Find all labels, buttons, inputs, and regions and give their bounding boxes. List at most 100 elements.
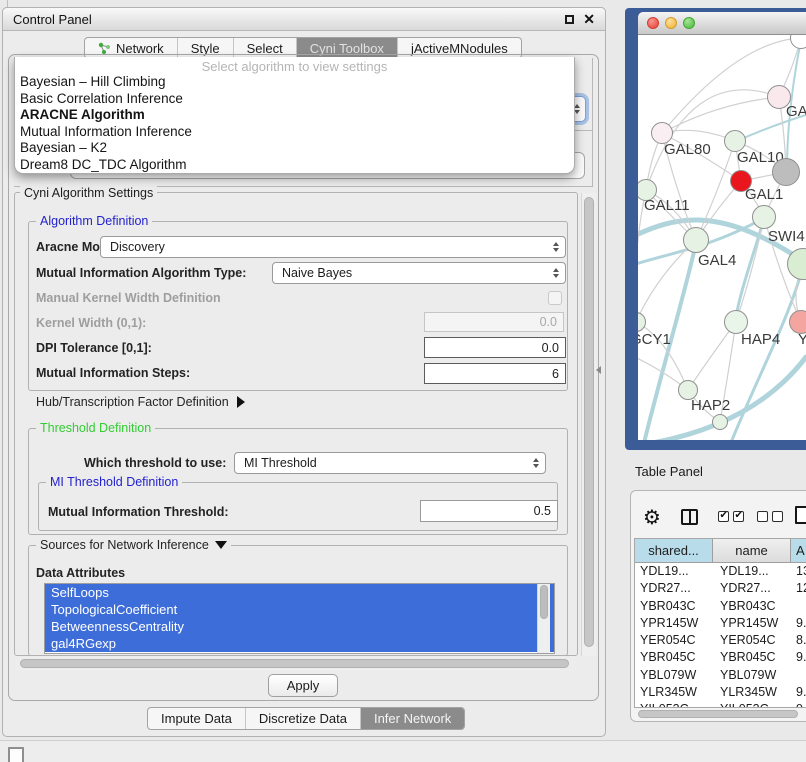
table-row[interactable]: YDR27...YDR27...12: [635, 580, 806, 597]
manual-kernel-checkbox[interactable]: [548, 291, 562, 305]
mi-steps-field[interactable]: 6: [424, 363, 566, 384]
combo-stepper-icon: [553, 268, 559, 279]
algorithm-option[interactable]: Mutual Information Inference: [15, 124, 574, 141]
network-node[interactable]: [772, 158, 800, 186]
node-label: HAP2: [691, 397, 730, 414]
table-cell: 9.: [791, 701, 806, 708]
tab-infer-network[interactable]: Infer Network: [361, 708, 464, 729]
tab-label: Impute Data: [161, 711, 232, 726]
table-cell: YBR045C: [635, 649, 713, 666]
algorithm-option-selected[interactable]: ARACNE Algorithm: [15, 107, 574, 124]
table-row[interactable]: YLR345WYLR345W9.: [635, 684, 806, 701]
network-canvas[interactable]: GALGAL80GAL10GAL1GAL11SWI4GAL4GCY1HAP4YH…: [638, 35, 806, 440]
network-window-titlebar[interactable]: [638, 12, 806, 35]
table-body: YDL19...YDL19...13YDR27...YDR27...12YBR0…: [635, 563, 806, 708]
hub-definition-label: Hub/Transcription Factor Definition: [36, 395, 229, 409]
algorithm-dropdown-popup: Select algorithm to view settings Bayesi…: [14, 57, 575, 174]
splitter-collapse-icon[interactable]: [596, 366, 601, 374]
close-window-icon[interactable]: [647, 17, 659, 29]
list-item[interactable]: BetweennessCentrality: [45, 618, 554, 635]
combo-stepper-icon: [553, 242, 559, 253]
zoom-window-icon[interactable]: [683, 17, 695, 29]
node-label: GAL: [786, 103, 806, 120]
table-cell: [791, 667, 806, 684]
column-header[interactable]: A: [791, 539, 806, 562]
list-item[interactable]: gal4RGexp: [45, 635, 554, 652]
which-threshold-label: Which threshold to use:: [84, 456, 226, 470]
mi-threshold-field[interactable]: 0.5: [420, 500, 558, 522]
scrollbar-thumb[interactable]: [20, 659, 569, 668]
mi-type-combobox[interactable]: Naive Bayes: [272, 262, 566, 284]
which-threshold-value: MI Threshold: [244, 456, 533, 470]
table-panel-title: Table Panel: [635, 464, 703, 479]
dpi-tolerance-field[interactable]: 0.0: [424, 337, 566, 358]
aracne-mode-value: Discovery: [110, 240, 553, 254]
page-icon[interactable]: [795, 506, 806, 524]
table-horizontal-scrollbar[interactable]: [636, 709, 802, 719]
cyni-bottom-tabs: Impute Data Discretize Data Infer Networ…: [147, 707, 465, 730]
settings-vertical-scrollbar[interactable]: [581, 193, 596, 656]
scrollbar-thumb[interactable]: [584, 197, 594, 647]
aracne-mode-combobox[interactable]: Discovery: [100, 236, 566, 258]
settings-horizontal-scrollbar[interactable]: [16, 657, 577, 671]
kernel-width-label: Kernel Width (0,1):: [36, 316, 146, 330]
tab-discretize-data[interactable]: Discretize Data: [246, 708, 361, 729]
checked-boxes-icon[interactable]: [718, 511, 744, 522]
table-row[interactable]: YIL053CYIL053C9.: [635, 701, 806, 708]
table-row[interactable]: YER054CYER054C8.: [635, 632, 806, 649]
unchecked-boxes-icon[interactable]: [757, 511, 783, 522]
scrollbar-thumb[interactable]: [638, 710, 798, 718]
sources-expander[interactable]: Sources for Network Inference: [36, 538, 231, 552]
table-cell: YBL079W: [635, 667, 713, 684]
table-row[interactable]: YBR043CYBR043C: [635, 598, 806, 615]
control-panel-title: Control Panel: [13, 12, 92, 27]
network-node[interactable]: [712, 414, 728, 430]
docked-panel-icon[interactable]: [8, 747, 24, 762]
sources-title: Sources for Network Inference: [40, 538, 209, 552]
table-cell: YBR045C: [713, 649, 791, 666]
table-row[interactable]: YPR145WYPR145W9.: [635, 615, 806, 632]
algorithm-option[interactable]: Dream8 DC_TDC Algorithm: [15, 157, 574, 174]
attributes-list-scrollbar[interactable]: [537, 584, 550, 653]
node-label: GAL80: [664, 141, 711, 158]
column-header[interactable]: name: [713, 539, 791, 562]
table-cell: YBR043C: [713, 598, 791, 615]
network-node[interactable]: [752, 205, 776, 229]
checkbox-unchecked-icon: [772, 511, 783, 522]
table-cell: YLR345W: [713, 684, 791, 701]
table-cell: 9.: [791, 649, 806, 666]
float-panel-icon[interactable]: [565, 15, 574, 24]
table-row[interactable]: YBL079WYBL079W: [635, 667, 806, 684]
list-item[interactable]: SelfLoops: [45, 584, 554, 601]
groupbox-edge-fragment: [575, 130, 593, 131]
table-cell: YDL19...: [635, 563, 713, 580]
expander-arrow-icon: [237, 396, 245, 408]
tab-label: Discretize Data: [259, 711, 347, 726]
node-label: Y: [798, 331, 806, 348]
algorithm-option[interactable]: Bayesian – Hill Climbing: [15, 74, 574, 91]
column-header[interactable]: shared...: [635, 539, 713, 562]
kernel-width-field[interactable]: 0.0: [424, 312, 564, 332]
algorithm-option[interactable]: Bayesian – K2: [15, 140, 574, 157]
algorithm-option[interactable]: Basic Correlation Inference: [15, 91, 574, 108]
mi-type-label: Mutual Information Algorithm Type:: [36, 266, 246, 280]
table-row[interactable]: YBR045CYBR045C9.: [635, 649, 806, 666]
mi-threshold-group-title: MI Threshold Definition: [46, 475, 182, 489]
list-item[interactable]: TopologicalCoefficient: [45, 601, 554, 618]
gear-icon[interactable]: ⚙: [643, 505, 661, 529]
minimize-window-icon[interactable]: [665, 17, 677, 29]
algorithm-definition-title: Algorithm Definition: [36, 214, 152, 228]
tab-impute-data[interactable]: Impute Data: [148, 708, 246, 729]
split-panel-icon[interactable]: [681, 509, 698, 525]
checkbox-unchecked-icon: [757, 511, 768, 522]
groupbox-edge-fragment: [592, 58, 593, 187]
table-row[interactable]: YDL19...YDL19...13: [635, 563, 806, 580]
which-threshold-combobox[interactable]: MI Threshold: [234, 452, 546, 474]
hub-definition-expander[interactable]: Hub/Transcription Factor Definition: [36, 395, 245, 409]
close-panel-icon[interactable]: ✕: [583, 14, 595, 24]
apply-button[interactable]: Apply: [268, 674, 338, 697]
scrollbar-thumb[interactable]: [540, 585, 548, 619]
network-node[interactable]: [683, 227, 709, 253]
app-screen: Control Panel ✕ Network Style Select: [0, 0, 806, 762]
table-cell: YPR145W: [713, 615, 791, 632]
